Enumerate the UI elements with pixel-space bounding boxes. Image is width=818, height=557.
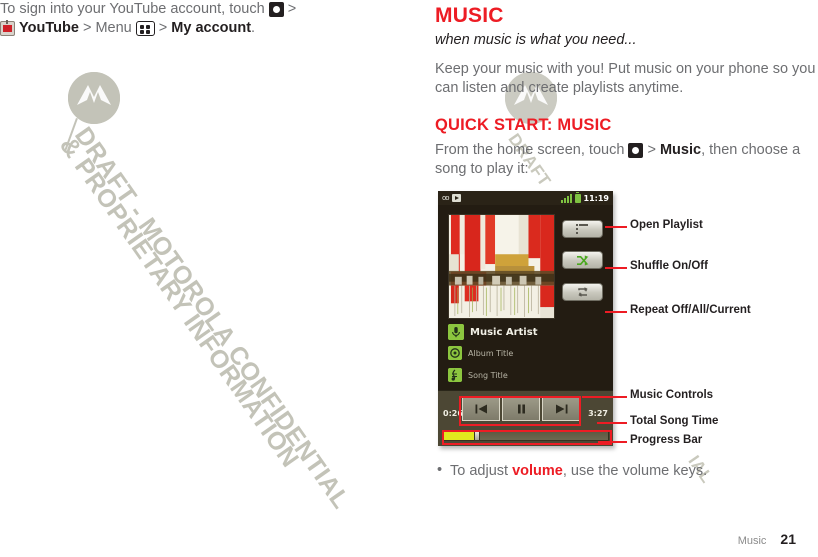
leader-line-total-time [597,422,627,424]
home-key-icon [268,2,284,17]
quick-start-title: QUICK START: MUSIC [435,116,612,134]
home-key-icon-2 [628,143,644,158]
period: . [251,20,256,36]
volume-keyword: volume [512,463,563,479]
gt-symbol-3: > [647,142,656,158]
status-bar-right: 11:19 [560,191,609,203]
now-playing-icon [451,194,461,202]
gt-symbol-0: > [287,1,297,17]
artist-name: Music Artist [470,326,538,338]
section-paragraph: Keep your music with you! Put music on y… [435,61,816,96]
leader-line-repeat [605,311,627,313]
leader-line-progress-bar [598,441,627,443]
album-row: Album Title [448,346,513,360]
youtube-signin-instruction: To sign into your YouTube account, touch… [0,0,400,38]
youtube-label: YouTube [19,20,79,36]
callout-total-song-time: Total Song Time [630,415,719,427]
status-bar-left: oo [442,194,461,202]
album-name: Album Title [468,348,514,358]
leader-line-music-controls [582,396,627,398]
left-column: To sign into your YouTube account, touch… [0,0,400,38]
song-row: Song Title [448,368,508,382]
callout-shuffle: Shuffle On/Off [630,260,708,272]
callout-open-playlist: Open Playlist [630,219,703,231]
gt-symbol-2: > [158,20,168,36]
my-account-label: My account [171,20,252,36]
quick-start-text-a: From the home screen, touch [435,142,625,158]
music-note-icon [448,368,462,382]
section-subtitle: when music is what you need... [435,32,637,48]
leader-line-open-playlist [605,226,627,228]
bullet-section: To adjust volume, use the volume keys. [437,462,818,479]
playlist-button[interactable] [562,220,603,238]
menu-label: Menu [95,20,132,36]
footer-page-number: 21 [780,531,796,547]
menu-key-icon [135,21,155,36]
right-column: MUSIC when music is what you need... Kee… [435,0,818,179]
list-icon [576,224,589,234]
footer-chapter: Music [737,535,767,547]
watermark-rule [64,118,78,151]
song-name: Song Title [468,370,508,380]
total-time: 3:27 [588,409,608,418]
callout-repeat: Repeat Off/All/Current [630,304,751,316]
repeat-icon [577,287,588,297]
leader-line-shuffle [605,267,627,269]
motorola-logo-icon [68,72,120,124]
page-footer: Music 21 [738,531,796,547]
status-clock: 11:19 [583,193,609,203]
voicemail-icon: oo [442,194,450,202]
youtube-app-icon [0,20,15,36]
shuffle-icon [577,254,589,266]
intro-text-a: To sign into your YouTube account, touch [0,1,265,17]
highlight-progress-bar [442,430,612,445]
music-app-label: Music [659,142,702,158]
watermark-line-1: DRAFT - MOTOROLA CONFIDENTIAL [69,122,356,514]
status-bar: oo 11:19 [438,191,613,205]
bullet-text-b: , use the volume keys. [562,463,708,479]
callout-music-controls: Music Controls [630,389,714,401]
quick-start-paragraph: From the home screen, touch > Music, the… [435,141,818,179]
battery-icon [574,191,581,203]
page-title: MUSIC [435,4,504,27]
volume-bullet: To adjust volume, use the volume keys. [437,462,818,479]
gt-symbol-1: > [82,20,92,36]
shuffle-button[interactable] [562,251,603,269]
disc-icon [448,346,462,360]
album-artwork [448,214,555,319]
highlight-music-controls [459,396,581,426]
signal-bars-icon [560,193,572,203]
callout-progress-bar: Progress Bar [630,434,703,446]
repeat-button[interactable] [562,283,603,301]
bullet-text-a: To adjust [450,463,509,479]
artist-row: Music Artist [448,324,537,340]
microphone-icon [448,324,464,340]
watermark-line-2: & PROPRIETARY INFORMATION [54,132,305,473]
